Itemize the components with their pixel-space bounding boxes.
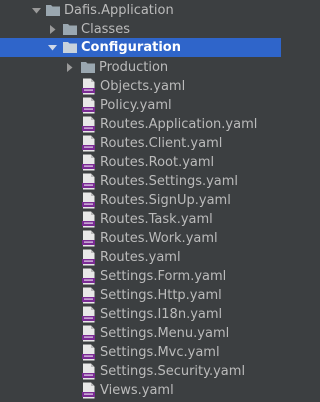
tree-file-item[interactable]: Settings.Http.yaml	[0, 286, 281, 305]
tree-file-item[interactable]: Routes.Root.yaml	[0, 153, 281, 172]
tree-node-classes[interactable]: Classes	[0, 20, 281, 39]
file-name: Settings.Mvc.yaml	[100, 345, 220, 360]
project-tree: Dafis.Application Classes Configuration …	[0, 0, 281, 402]
tree-file-item[interactable]: Routes.SignUp.yaml	[0, 191, 281, 210]
folder-icon	[46, 5, 60, 16]
tree-file-item[interactable]: Routes.Work.yaml	[0, 229, 281, 248]
tree-node-dafis-application[interactable]: Dafis.Application	[0, 1, 281, 20]
file-name: Routes.Task.yaml	[100, 212, 213, 227]
yaml-file-icon	[82, 344, 95, 361]
file-name: Settings.Menu.yaml	[100, 326, 230, 341]
tree-node-label: Configuration	[81, 40, 181, 55]
folder-icon	[63, 24, 77, 35]
file-name: Settings.Http.yaml	[100, 288, 222, 303]
chevron-down-icon[interactable]	[31, 5, 42, 16]
tree-file-item[interactable]: Routes.Client.yaml	[0, 134, 281, 153]
file-name: Views.yaml	[100, 383, 174, 398]
file-name: Policy.yaml	[100, 98, 172, 113]
yaml-file-icon	[82, 97, 95, 114]
tree-file-item[interactable]: Objects.yaml	[0, 77, 281, 96]
yaml-file-icon	[82, 173, 95, 190]
tree-node-label: Production	[99, 60, 169, 75]
file-name: Routes.Client.yaml	[100, 136, 223, 151]
chevron-right-icon[interactable]	[64, 62, 75, 73]
folder-icon	[63, 42, 77, 53]
tree-file-item[interactable]: Settings.I18n.yaml	[0, 305, 281, 324]
file-name: Objects.yaml	[100, 79, 186, 94]
yaml-file-icon	[82, 135, 95, 152]
tree-file-item[interactable]: Settings.Security.yaml	[0, 362, 281, 381]
tree-file-item[interactable]: Routes.Application.yaml	[0, 115, 281, 134]
yaml-file-icon	[82, 78, 95, 95]
file-name: Routes.Application.yaml	[100, 117, 258, 132]
tree-file-item[interactable]: Settings.Mvc.yaml	[0, 343, 281, 362]
tree-file-item[interactable]: Routes.Settings.yaml	[0, 172, 281, 191]
tree-node-configuration[interactable]: Configuration	[0, 38, 281, 57]
file-name: Settings.I18n.yaml	[100, 307, 223, 322]
tree-file-item[interactable]: Settings.Form.yaml	[0, 267, 281, 286]
chevron-down-icon[interactable]	[47, 42, 58, 53]
tree-file-item[interactable]: Routes.Task.yaml	[0, 210, 281, 229]
folder-icon	[81, 62, 95, 73]
tree-file-item[interactable]: Routes.yaml	[0, 248, 281, 267]
tree-node-label: Dafis.Application	[64, 3, 174, 18]
yaml-file-icon	[82, 154, 95, 171]
chevron-right-icon[interactable]	[47, 24, 58, 35]
yaml-file-icon	[82, 268, 95, 285]
yaml-file-icon	[82, 363, 95, 380]
yaml-file-icon	[82, 325, 95, 342]
file-name: Routes.SignUp.yaml	[100, 193, 231, 208]
file-name: Settings.Form.yaml	[100, 269, 227, 284]
yaml-file-icon	[82, 192, 95, 209]
file-name: Routes.Settings.yaml	[100, 174, 239, 189]
yaml-file-icon	[82, 211, 95, 228]
tree-node-label: Classes	[81, 22, 130, 37]
tree-file-item[interactable]: Views.yaml	[0, 381, 281, 400]
tree-file-item[interactable]: Settings.Menu.yaml	[0, 324, 281, 343]
file-name: Routes.yaml	[100, 250, 181, 265]
file-name: Routes.Work.yaml	[100, 231, 218, 246]
tree-node-production[interactable]: Production	[0, 58, 281, 77]
tree-file-item[interactable]: Policy.yaml	[0, 96, 281, 115]
yaml-file-icon	[82, 249, 95, 266]
file-name: Settings.Security.yaml	[100, 364, 246, 379]
yaml-file-icon	[82, 287, 95, 304]
yaml-file-icon	[82, 382, 95, 399]
yaml-file-icon	[82, 230, 95, 247]
yaml-file-icon	[82, 306, 95, 323]
file-name: Routes.Root.yaml	[100, 155, 215, 170]
yaml-file-icon	[82, 116, 95, 133]
